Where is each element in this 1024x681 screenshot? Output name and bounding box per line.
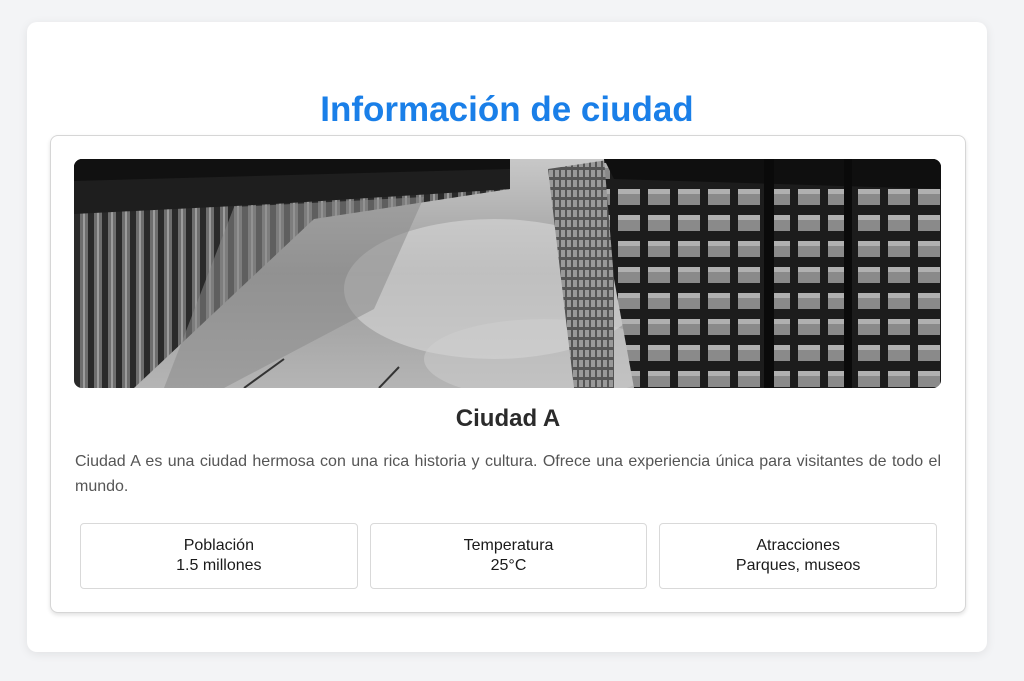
stat-label: Atracciones — [756, 537, 840, 554]
stat-label: Temperatura — [463, 537, 554, 554]
city-name: Ciudad A — [455, 405, 561, 432]
stat-label: Población — [183, 537, 254, 554]
page-container: Información de ciudad Ciudad A Ciudad A … — [27, 22, 987, 652]
city-description: Ciudad A es una ciudad hermosa con una r… — [75, 453, 941, 495]
stats-row: Población 1.5 millones Temperatura 25°C … — [80, 523, 938, 589]
city-card: Ciudad A Ciudad A es una ciudad hermosa … — [50, 135, 966, 613]
stat-value: Parques, museos — [735, 557, 861, 574]
city-image — [74, 159, 941, 388]
page-title: Información de ciudad — [320, 90, 694, 129]
stat-population: Población 1.5 millones — [80, 523, 358, 589]
stat-attractions: Atracciones Parques, museos — [659, 523, 938, 589]
stat-temperature: Temperatura 25°C — [369, 523, 648, 589]
stat-value: 25°C — [490, 557, 527, 574]
stat-value: 1.5 millones — [176, 557, 262, 574]
